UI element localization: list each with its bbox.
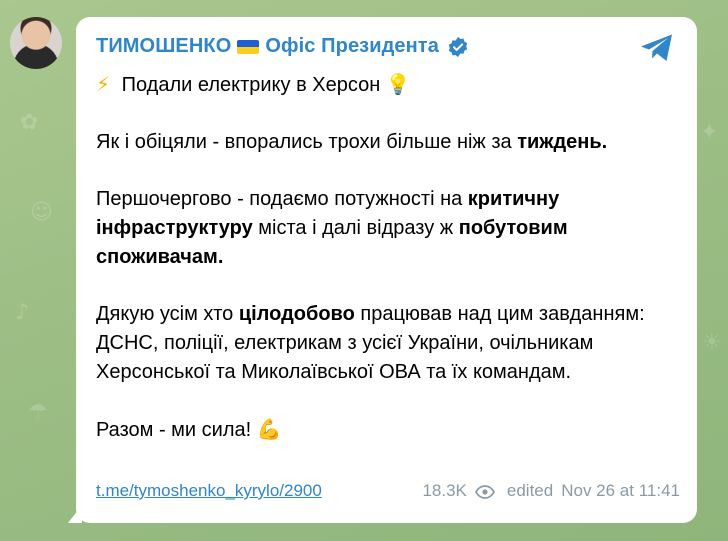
post-link[interactable]: t.me/tymoshenko_kyrylo/2900 <box>96 481 322 501</box>
post-title-text: Подали електрику в Херсон <box>121 74 381 96</box>
background-doodle: ☀ <box>702 330 722 355</box>
message-meta: 18.3K edited Nov 26 at 11:41 <box>422 481 680 501</box>
bold-segment: цілодобово <box>238 303 355 325</box>
lightbulb-icon: 💡 <box>385 72 411 96</box>
text-segment: Дякую усім хто <box>96 303 239 325</box>
telegram-share-icon[interactable] <box>639 32 675 64</box>
channel-avatar[interactable] <box>10 17 62 69</box>
ukraine-flag-icon <box>289 419 315 437</box>
verified-badge-icon <box>447 36 469 58</box>
text-segment: Разом - ми сила! <box>96 419 252 441</box>
paragraph-1: Як і обіцяли - впорались трохи більше ні… <box>96 128 686 157</box>
paragraph-3: Дякую усім хто цілодобово працював над ц… <box>96 300 686 387</box>
text-segment: Як і обіцяли - впорались трохи більше ні… <box>96 131 518 153</box>
bold-segment: тиждень. <box>517 131 608 153</box>
background-doodle: ✦ <box>700 120 719 145</box>
text-segment: Першочергово - подаємо потужності на <box>96 188 468 210</box>
channel-name-suffix[interactable]: Офіс Президента <box>265 35 439 58</box>
background-doodle: ☂ <box>28 400 48 425</box>
text-segment: міста і далі відразу ж <box>252 217 459 239</box>
message-footer: t.me/tymoshenko_kyrylo/2900 18.3K edited… <box>96 481 680 501</box>
lightning-icon: ⚡ <box>96 72 111 96</box>
views-count: 18.3K <box>422 481 467 500</box>
message-text: ⚡ Подали електрику в Херсон 💡 Як і обіця… <box>96 70 686 463</box>
message-header: ТИМОШЕНКО Офіс Президента <box>96 35 469 58</box>
paragraph-2: Першочергово - подаємо потужності на кри… <box>96 185 686 272</box>
channel-name[interactable]: ТИМОШЕНКО <box>96 35 231 58</box>
background-doodle: ✿ <box>20 110 39 135</box>
background-doodle: ♪ <box>15 300 30 325</box>
eye-icon <box>474 484 495 499</box>
ukraine-flag-icon <box>237 39 260 54</box>
paragraph-4: Разом - ми сила! 💪 <box>96 415 686 445</box>
flexed-biceps-icon: 💪 <box>256 417 282 441</box>
message-bubble: ТИМОШЕНКО Офіс Президента ⚡ Подали елект… <box>76 17 697 523</box>
message-timestamp: Nov 26 at 11:41 <box>561 481 680 500</box>
edited-label: edited <box>506 481 554 500</box>
post-title: ⚡ Подали електрику в Херсон 💡 <box>96 70 686 100</box>
background-doodle: ☺ <box>30 200 53 225</box>
